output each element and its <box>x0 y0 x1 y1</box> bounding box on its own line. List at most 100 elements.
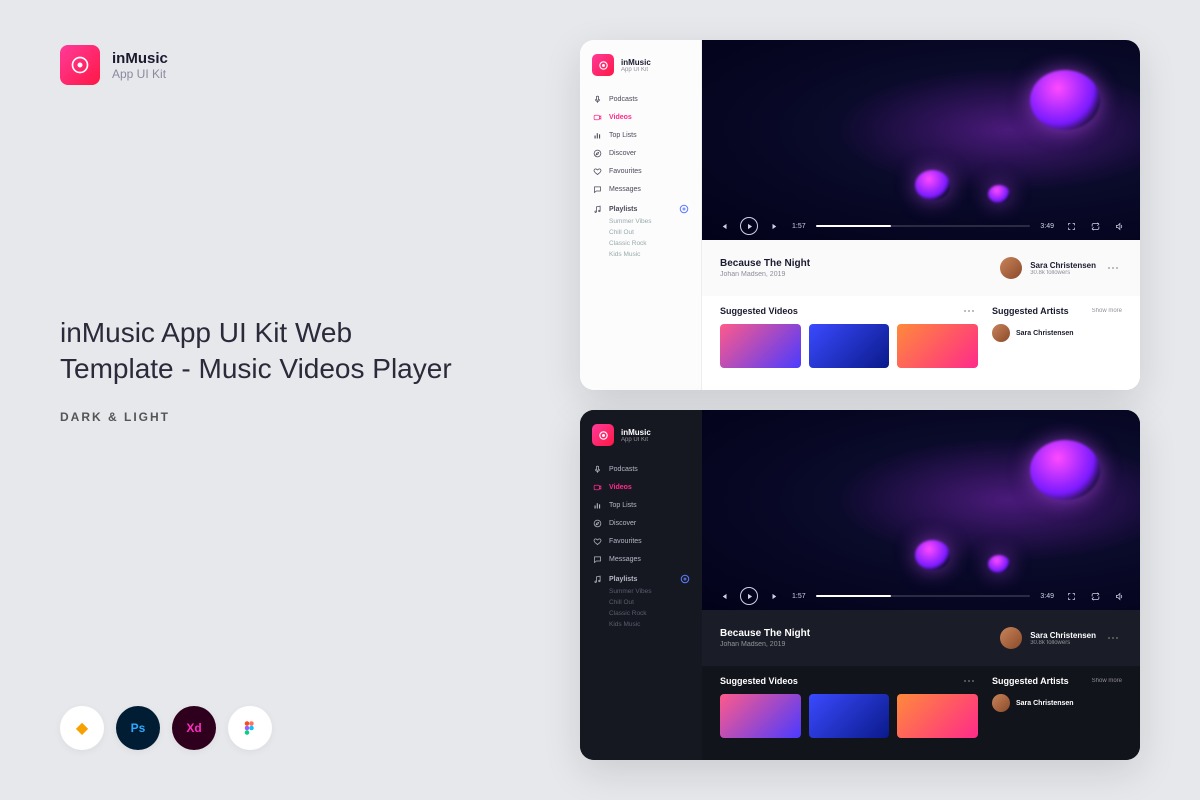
sidebar-item-label: Podcasts <box>609 466 638 473</box>
sidebar-item-label: Podcasts <box>609 96 638 103</box>
sidebar-item-podcasts[interactable]: Podcasts <box>592 460 690 478</box>
sidebar-item-videos[interactable]: Videos <box>592 108 689 126</box>
sidebar-item-favourites[interactable]: Favourites <box>592 162 689 180</box>
suggested-video-thumb[interactable] <box>897 694 978 738</box>
playlist-item[interactable]: Kids Music <box>609 249 689 260</box>
playlist-item[interactable]: Chill Out <box>609 597 690 608</box>
avatar <box>992 324 1010 342</box>
playlist-item[interactable]: Kids Music <box>609 619 690 630</box>
playlist-item[interactable]: Summer Vibes <box>609 586 690 597</box>
more-button[interactable] <box>1104 637 1122 639</box>
suggested-video-thumb[interactable] <box>897 324 978 368</box>
app-preview-dark: inMusic App UI Kit Podcasts Videos Top L… <box>580 410 1140 760</box>
suggested-artist-item[interactable]: Sara Christensen <box>992 694 1122 712</box>
more-button[interactable] <box>960 680 978 682</box>
current-time: 1:57 <box>792 223 806 230</box>
sidebar-item-label: Discover <box>609 520 636 527</box>
brand-logo-icon <box>60 45 100 85</box>
track-title: Because The Night <box>720 628 810 639</box>
sidebar-item-label: Top Lists <box>609 502 637 509</box>
brand-name: inMusic <box>112 50 168 67</box>
playlist-item[interactable]: Summer Vibes <box>609 216 689 227</box>
show-more-button[interactable]: Show more <box>1092 678 1122 684</box>
more-button[interactable] <box>1104 267 1122 269</box>
playlist-item[interactable]: Classic Rock <box>609 608 690 619</box>
sidebar-item-discover[interactable]: Discover <box>592 144 689 162</box>
artist-name: Sara Christensen <box>1030 261 1096 270</box>
artist-block[interactable]: Sara Christensen 30.8k followers <box>1000 257 1122 279</box>
sketch-icon: ◆ <box>60 706 104 750</box>
sidebar-brand-subtitle: App UI Kit <box>621 67 651 73</box>
suggested-video-thumb[interactable] <box>809 694 890 738</box>
heart-icon <box>592 536 602 546</box>
video-art <box>1030 440 1100 500</box>
sidebar-item-messages[interactable]: Messages <box>592 550 690 568</box>
add-playlist-button[interactable] <box>679 204 689 214</box>
player-controls: 1:57 3:49 <box>702 212 1140 240</box>
prev-button[interactable] <box>716 219 730 233</box>
suggested-videos-label: Suggested Videos <box>720 306 798 316</box>
playlists-label: Playlists <box>609 206 637 213</box>
suggested-videos-label: Suggested Videos <box>720 676 798 686</box>
sidebar-item-toplists[interactable]: Top Lists <box>592 126 689 144</box>
video-player[interactable]: 1:57 3:49 <box>702 40 1140 240</box>
total-time: 3:49 <box>1040 593 1054 600</box>
bars-icon <box>592 130 602 140</box>
avatar <box>1000 257 1022 279</box>
sidebar-item-label: Messages <box>609 186 641 193</box>
progress-bar[interactable] <box>816 225 1031 227</box>
fullscreen-button[interactable] <box>1064 219 1078 233</box>
video-art <box>988 185 1010 203</box>
suggested-artist-item[interactable]: Sara Christensen <box>992 324 1122 342</box>
brand-subtitle: App UI Kit <box>112 67 168 81</box>
playlist-item[interactable]: Chill Out <box>609 227 689 238</box>
play-button[interactable] <box>740 217 758 235</box>
volume-button[interactable] <box>1112 589 1126 603</box>
loop-button[interactable] <box>1088 589 1102 603</box>
loop-button[interactable] <box>1088 219 1102 233</box>
sidebar-item-discover[interactable]: Discover <box>592 514 690 532</box>
sidebar-item-label: Videos <box>609 484 632 491</box>
video-art <box>915 170 950 200</box>
sidebar-item-label: Favourites <box>609 538 642 545</box>
mic-icon <box>592 94 602 104</box>
suggested-video-thumb[interactable] <box>809 324 890 368</box>
playlist-item[interactable]: Classic Rock <box>609 238 689 249</box>
sidebar: inMusic App UI Kit Podcasts Videos Top L… <box>580 40 702 390</box>
video-icon <box>592 112 602 122</box>
playlists-header: Playlists <box>592 198 689 216</box>
add-playlist-button[interactable] <box>680 574 690 584</box>
sidebar-item-label: Top Lists <box>609 132 637 139</box>
progress-bar[interactable] <box>816 595 1031 597</box>
volume-button[interactable] <box>1112 219 1126 233</box>
artist-block[interactable]: Sara Christensen 30.8k followers <box>1000 627 1122 649</box>
next-button[interactable] <box>768 589 782 603</box>
sidebar-item-favourites[interactable]: Favourites <box>592 532 690 550</box>
more-button[interactable] <box>960 310 978 312</box>
chat-icon <box>592 184 602 194</box>
artist-followers: 30.8k followers <box>1030 640 1096 646</box>
track-subtitle: Johan Madsen, 2019 <box>720 641 810 648</box>
next-button[interactable] <box>768 219 782 233</box>
music-note-icon <box>592 574 602 584</box>
sidebar-item-messages[interactable]: Messages <box>592 180 689 198</box>
suggested-artist-name: Sara Christensen <box>1016 330 1074 337</box>
promo-heading: inMusic App UI Kit Web Template - Music … <box>60 315 460 388</box>
track-info-row: Because The Night Johan Madsen, 2019 Sar… <box>702 240 1140 296</box>
sidebar-item-podcasts[interactable]: Podcasts <box>592 90 689 108</box>
prev-button[interactable] <box>716 589 730 603</box>
show-more-button[interactable]: Show more <box>1092 308 1122 314</box>
figma-icon <box>228 706 272 750</box>
compass-icon <box>592 518 602 528</box>
suggested-video-thumb[interactable] <box>720 694 801 738</box>
video-art <box>1030 70 1100 130</box>
sidebar-item-videos[interactable]: Videos <box>592 478 690 496</box>
fullscreen-button[interactable] <box>1064 589 1078 603</box>
bars-icon <box>592 500 602 510</box>
sidebar-brand-subtitle: App UI Kit <box>621 437 651 443</box>
sidebar-item-toplists[interactable]: Top Lists <box>592 496 690 514</box>
suggested-video-thumb[interactable] <box>720 324 801 368</box>
tool-badges: ◆ Ps Xd <box>60 706 272 750</box>
video-player[interactable]: 1:57 3:49 <box>702 410 1140 610</box>
play-button[interactable] <box>740 587 758 605</box>
